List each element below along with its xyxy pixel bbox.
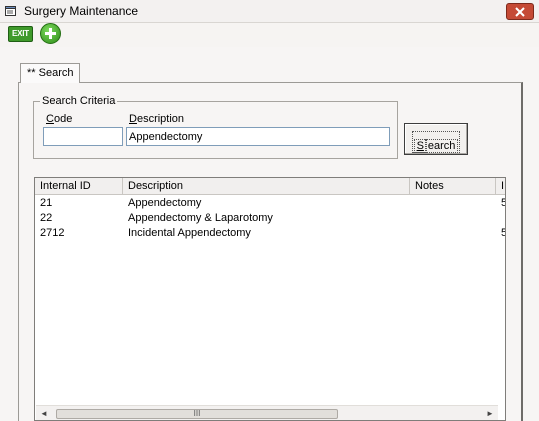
horizontal-scrollbar[interactable]: ◄ III ► (36, 405, 498, 420)
column-internal-id[interactable]: Internal ID (35, 178, 123, 195)
toolbar: EXIT (0, 23, 539, 47)
search-criteria-legend: Search Criteria (40, 95, 118, 107)
tab-search[interactable]: ** Search (20, 63, 81, 83)
table-row[interactable]: 22 Appendectomy & Laparotomy (35, 211, 505, 226)
close-icon (515, 7, 525, 17)
table-row[interactable]: 21 Appendectomy 5 (35, 196, 505, 211)
exit-button[interactable]: EXIT (8, 26, 33, 42)
row-extra: 5 (501, 226, 505, 241)
code-input[interactable] (43, 127, 123, 146)
search-button[interactable]: Search (404, 123, 468, 155)
plus-icon (45, 28, 56, 39)
scroll-thumb[interactable]: III (56, 409, 338, 419)
row-internal-id: 22 (40, 212, 53, 224)
description-label-mnemonic: D (129, 113, 137, 125)
search-button-mnemonic: S (413, 139, 427, 153)
window-title: Surgery Maintenance (24, 4, 139, 18)
results-header: Internal ID Description Notes I (35, 178, 505, 195)
code-label: Code (46, 113, 72, 125)
row-internal-id: 21 (40, 197, 53, 209)
row-extra: 5 (501, 196, 505, 211)
code-label-mnemonic: C (46, 113, 54, 125)
row-description: Appendectomy (128, 197, 202, 209)
column-extra[interactable]: I (496, 178, 505, 195)
column-description[interactable]: Description (123, 178, 410, 195)
row-description: Incidental Appendectomy (128, 227, 251, 239)
row-description: Appendectomy & Laparotomy (128, 212, 273, 224)
add-button[interactable] (40, 23, 61, 44)
search-button-label: Search (411, 131, 461, 153)
description-label: Description (129, 113, 184, 125)
scroll-right-arrow-icon[interactable]: ► (482, 406, 498, 420)
column-notes[interactable]: Notes (410, 178, 496, 195)
scroll-left-arrow-icon[interactable]: ◄ (36, 406, 52, 420)
main-area: ** Search Search Criteria Code Descripti… (0, 47, 539, 421)
form-icon (5, 6, 16, 16)
code-label-text: ode (53, 113, 73, 125)
close-button[interactable] (506, 3, 534, 20)
results-list[interactable]: Internal ID Description Notes I 21 Appen… (34, 177, 506, 421)
search-button-text: earch (424, 139, 459, 153)
table-row[interactable]: 2712 Incidental Appendectomy 5 (35, 226, 505, 241)
title-bar: Surgery Maintenance (0, 0, 539, 23)
description-input[interactable] (126, 127, 390, 146)
row-internal-id: 2712 (40, 227, 65, 239)
description-label-text: escription (136, 113, 185, 125)
